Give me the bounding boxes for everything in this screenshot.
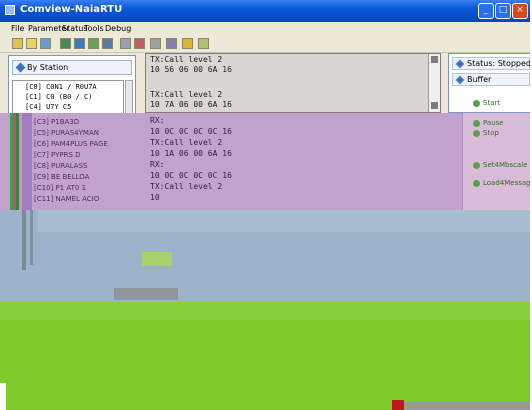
by-station-label: By Station: [27, 63, 69, 72]
save-icon[interactable]: [40, 38, 51, 49]
diamond-icon: [455, 59, 465, 69]
stop-button[interactable]: Stop: [471, 127, 529, 141]
log-line: RX:: [150, 160, 165, 169]
maximize-button[interactable]: □: [495, 3, 511, 19]
menu-bar: File Parameter Status Tools Debug: [0, 22, 532, 36]
log-line: 10 56 06 00 6A 16: [150, 65, 232, 74]
tree-item[interactable]: [C1] C0 (B0 / C): [25, 93, 92, 101]
glitch-bar: [114, 288, 178, 300]
glitch-patch: [142, 252, 172, 266]
stop-icon[interactable]: [134, 38, 145, 49]
glitch-stripe: [22, 210, 26, 270]
log-line: 10 7A 06 00 6A 16: [150, 100, 232, 109]
pause-label: Pause: [483, 119, 504, 127]
title-bar: Comview-NaiaRTU _ □ ×: [0, 0, 532, 22]
table-icon[interactable]: [74, 38, 85, 49]
start-button[interactable]: Start: [471, 97, 529, 111]
print-icon[interactable]: [120, 38, 131, 49]
log-line: TX:Call level 2: [150, 90, 223, 99]
grid-icon[interactable]: [60, 38, 71, 49]
station-item[interactable]: [C8] PURALASS: [34, 162, 87, 170]
tree-item[interactable]: [C4] U7Y C5: [25, 103, 71, 111]
glitch-chip: [404, 402, 532, 410]
settings-icon[interactable]: [166, 38, 177, 49]
menu-file[interactable]: File: [11, 24, 24, 33]
log-line: TX:Call level 2: [150, 55, 223, 64]
status-text: Status: Stopped: [467, 59, 531, 68]
scale-icon: [473, 162, 480, 169]
close-button[interactable]: ×: [512, 3, 528, 19]
set-mbscale-label: Set4Mbscale: [483, 161, 528, 169]
buffer-label: Buffer: [467, 75, 492, 84]
menu-tools[interactable]: Tools: [84, 24, 104, 33]
station-item[interactable]: [C10] P1 AT0 1: [34, 184, 86, 192]
log-line: 10 0C 0C 0C 0C 16: [150, 127, 232, 136]
tree-item[interactable]: [C0] C0N1 / R0U7A: [25, 83, 97, 91]
log-line: 10 1A 06 00 6A 16: [150, 149, 232, 158]
list-icon[interactable]: [102, 38, 113, 49]
glitch-notch: [0, 383, 6, 410]
glitch-chip: [392, 400, 404, 410]
log-line: 10: [150, 193, 160, 202]
stop-label: Stop: [483, 129, 499, 137]
station-list-glitched: [C3] P1BA3D [C5] PURAS4YMAN [C6] PAM4PLU…: [34, 118, 136, 210]
buffer-row[interactable]: Buffer: [452, 73, 530, 86]
glitch-stripe: [30, 210, 33, 265]
comm-log: TX:Call level 2 10 56 06 00 6A 16 TX:Cal…: [145, 53, 441, 113]
station-item[interactable]: [C11] NAMEL ACIO: [34, 195, 99, 203]
toolbar: [0, 36, 532, 53]
action-panel: Start Pause Stop Set4Mbscale Load4Messag…: [462, 99, 532, 210]
status-row: Status: Stopped: [452, 57, 531, 70]
station-item[interactable]: [C7] PYPRS D: [34, 151, 81, 159]
diamond-icon: [455, 75, 465, 85]
tool-icon[interactable]: [150, 38, 161, 49]
comm-log-glitched: RX: 10 0C 0C 0C 0C 16 TX:Call level 2 10…: [150, 116, 450, 210]
by-station-tab[interactable]: By Station: [12, 60, 132, 75]
refresh-icon[interactable]: [182, 38, 193, 49]
load-message-label: Load4Message: [483, 179, 532, 187]
set-mbscale-button[interactable]: Set4Mbscale: [471, 159, 529, 173]
scroll-up-icon[interactable]: [431, 56, 438, 63]
stop-icon: [473, 130, 480, 137]
message-icon: [473, 180, 480, 187]
menu-debug[interactable]: Debug: [105, 24, 131, 33]
load-message-button[interactable]: Load4Message: [471, 177, 532, 191]
scroll-down-icon[interactable]: [431, 102, 438, 109]
window-title: Comview-NaiaRTU: [20, 4, 123, 15]
minimize-button[interactable]: _: [478, 3, 494, 19]
app-window: Comview-NaiaRTU _ □ × File Parameter Sta…: [0, 0, 532, 410]
start-label: Start: [483, 99, 501, 107]
log-line: TX:Call level 2: [150, 182, 223, 191]
diamond-icon: [15, 62, 26, 73]
station-item[interactable]: [C9] BE BELLOA: [34, 173, 89, 181]
glitch-block-blue-strip: [38, 210, 532, 232]
new-icon[interactable]: [12, 38, 23, 49]
station-item[interactable]: [C5] PURAS4YMAN: [34, 129, 99, 137]
glitch-block-green-strip: [0, 302, 532, 320]
chart-icon[interactable]: [88, 38, 99, 49]
app-icon: [5, 5, 15, 15]
station-item[interactable]: [C3] P1BA3D: [34, 118, 79, 126]
help-icon[interactable]: [198, 38, 209, 49]
log-line: 10 0C 0C 0C 0C 16: [150, 171, 232, 180]
station-item[interactable]: [C6] PAM4PLUS PAGE: [34, 140, 108, 148]
log-line: TX:Call level 2: [150, 138, 223, 147]
glitch-strip: [10, 113, 32, 210]
log-line: RX:: [150, 116, 165, 125]
pause-icon: [473, 120, 480, 127]
open-icon[interactable]: [26, 38, 37, 49]
log-scrollbar[interactable]: [428, 54, 440, 112]
start-icon: [473, 100, 480, 107]
